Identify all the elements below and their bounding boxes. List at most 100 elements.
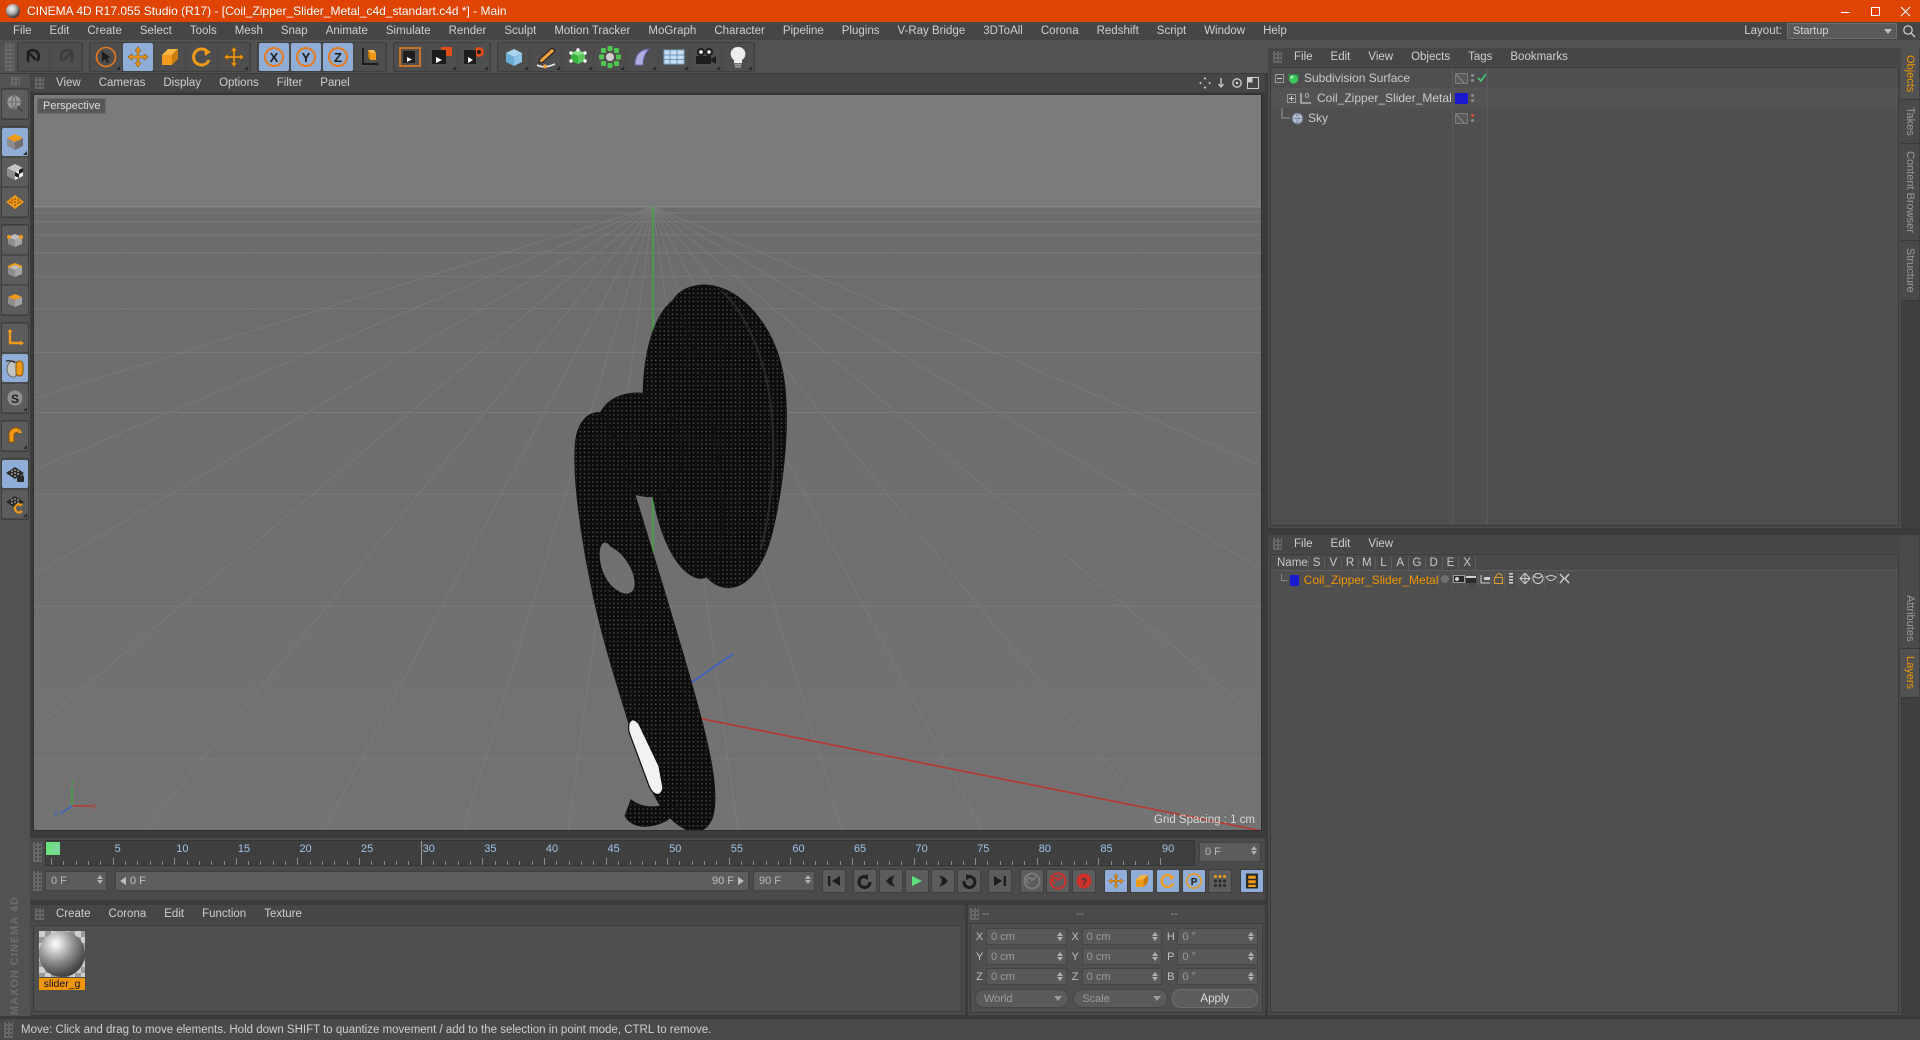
layer-column-s[interactable]: S xyxy=(1307,556,1325,569)
previous-frame-button[interactable] xyxy=(879,869,903,893)
spinner-icon[interactable] xyxy=(1248,952,1255,961)
timeline-playhead[interactable] xyxy=(420,840,422,865)
menu-mesh[interactable]: Mesh xyxy=(226,22,272,40)
menu-redshift[interactable]: Redshift xyxy=(1088,22,1148,40)
menu-mograph[interactable]: MoGraph xyxy=(639,22,705,40)
points-mode-button[interactable] xyxy=(2,226,28,254)
layer-animation-icon[interactable] xyxy=(1504,573,1517,587)
menu-snap[interactable]: Snap xyxy=(272,22,317,40)
render-view-button[interactable] xyxy=(395,42,425,71)
rotate-view-icon[interactable] xyxy=(1231,77,1243,89)
edges-mode-button[interactable] xyxy=(2,256,28,284)
object-manager-grip[interactable] xyxy=(1273,51,1282,63)
menu-edit[interactable]: Edit xyxy=(41,22,79,40)
enable-snapping-button[interactable] xyxy=(2,354,28,382)
status-bar-grip[interactable] xyxy=(4,1021,13,1038)
spinner-icon[interactable] xyxy=(1152,932,1159,941)
render-settings-button[interactable] xyxy=(459,42,489,71)
preview-range-bar[interactable]: 0 F 90 F xyxy=(115,871,749,891)
range-start-field[interactable]: 0 F xyxy=(45,871,107,891)
coordinate-system-dropdown[interactable]: World xyxy=(975,989,1070,1008)
left-toolbar-grip[interactable] xyxy=(10,76,20,86)
record-parameter-button[interactable]: P xyxy=(1182,869,1206,893)
visibility-toggle-icon[interactable] xyxy=(1455,112,1468,124)
go-to-start-button[interactable] xyxy=(822,869,846,893)
object-menu-view[interactable]: View xyxy=(1359,48,1402,66)
viewport-menu-cameras[interactable]: Cameras xyxy=(90,74,155,92)
position-z-field[interactable]: 0 cm xyxy=(986,968,1067,985)
layer-column-l[interactable]: L xyxy=(1374,556,1392,569)
current-frame-field[interactable]: 0 F xyxy=(1199,842,1261,862)
visibility-toggle-icon[interactable] xyxy=(1455,72,1468,84)
object-tree-empty-area[interactable] xyxy=(1488,68,1898,525)
object-row-sky[interactable]: Sky xyxy=(1271,108,1452,128)
material-menu-grip[interactable] xyxy=(35,908,44,920)
lock-workplane-button[interactable] xyxy=(2,460,28,488)
material-item[interactable]: slider_g xyxy=(39,931,85,990)
spinner-icon[interactable] xyxy=(1056,972,1063,981)
undo-button[interactable] xyxy=(19,42,49,71)
workplane-rotate-button[interactable] xyxy=(2,490,28,518)
maximize-button[interactable] xyxy=(1860,0,1890,22)
spinner-icon[interactable] xyxy=(1056,932,1063,941)
spinner-icon[interactable] xyxy=(1056,952,1063,961)
add-generator-button[interactable] xyxy=(563,42,593,71)
layer-solo-icon[interactable] xyxy=(1438,573,1451,587)
next-frame-button[interactable] xyxy=(931,869,955,893)
loop-button[interactable] xyxy=(957,869,981,893)
menu-animate[interactable]: Animate xyxy=(317,22,377,40)
selection-mode-button[interactable] xyxy=(2,90,28,118)
range-left-arrow-icon[interactable] xyxy=(120,877,127,885)
zoom-view-icon[interactable] xyxy=(1215,77,1227,89)
object-menu-bookmarks[interactable]: Bookmarks xyxy=(1501,48,1577,66)
layer-list[interactable]: Name S V R M L A G D E X Coil_Zipper_Sli… xyxy=(1270,554,1899,1013)
menu-character[interactable]: Character xyxy=(705,22,774,40)
timeline-controls-grip[interactable] xyxy=(33,871,42,891)
world-coordinates-button[interactable] xyxy=(355,42,385,71)
play-backwards-button[interactable] xyxy=(853,869,877,893)
scale-tool-button[interactable] xyxy=(155,42,185,71)
layer-column-v[interactable]: V xyxy=(1324,556,1341,569)
menu-pipeline[interactable]: Pipeline xyxy=(774,22,833,40)
add-cube-button[interactable] xyxy=(499,42,529,71)
add-camera-button[interactable] xyxy=(691,42,721,71)
spinner-icon[interactable] xyxy=(1152,972,1159,981)
object-menu-tags[interactable]: Tags xyxy=(1459,48,1501,66)
pan-view-icon[interactable] xyxy=(1199,77,1211,89)
add-nurbs-button[interactable] xyxy=(627,42,657,71)
layer-manager-grip[interactable] xyxy=(1273,538,1282,550)
layer-manager-icon[interactable] xyxy=(1477,573,1491,587)
menu-file[interactable]: File xyxy=(4,22,41,40)
range-max-field[interactable]: 90 F xyxy=(753,871,815,891)
menu-help[interactable]: Help xyxy=(1254,22,1296,40)
add-light-button[interactable] xyxy=(723,42,753,71)
menu-corona[interactable]: Corona xyxy=(1032,22,1088,40)
menu-simulate[interactable]: Simulate xyxy=(377,22,440,40)
layer-column-g[interactable]: G xyxy=(1408,556,1425,569)
layer-column-m[interactable]: M xyxy=(1357,556,1375,569)
spinner-icon[interactable] xyxy=(1152,952,1159,961)
menu-plugins[interactable]: Plugins xyxy=(833,22,889,40)
open-timeline-button[interactable] xyxy=(1240,869,1264,893)
tab-structure[interactable]: Structure xyxy=(1901,240,1919,301)
polygons-mode-button[interactable] xyxy=(2,286,28,314)
material-list[interactable]: slider_g xyxy=(33,925,962,1012)
position-x-field[interactable]: 0 cm xyxy=(986,928,1067,945)
smoothing-button[interactable]: S xyxy=(2,384,28,412)
move-tool-button[interactable] xyxy=(123,42,153,71)
timeline-grip[interactable] xyxy=(33,842,42,862)
size-y-field[interactable]: 0 cm xyxy=(1081,948,1163,965)
spinner-icon[interactable] xyxy=(1248,972,1255,981)
layer-lock-icon[interactable] xyxy=(1491,573,1504,587)
layer-menu-view[interactable]: View xyxy=(1359,535,1402,553)
viewport-canvas[interactable]: Perspective Grid Spacing : 1 cm Y X Z xyxy=(33,94,1262,831)
object-tags-sky[interactable] xyxy=(1453,108,1487,128)
viewport-menu-options[interactable]: Options xyxy=(210,74,268,92)
rotate-tool-button[interactable] xyxy=(187,42,217,71)
layer-column-e[interactable]: E xyxy=(1441,556,1459,569)
minimize-button[interactable] xyxy=(1830,0,1860,22)
rotation-b-field[interactable]: 0 ° xyxy=(1177,968,1259,985)
viewport-menu-display[interactable]: Display xyxy=(154,74,210,92)
toolbar-grip[interactable] xyxy=(5,42,14,71)
coordinate-mode-dropdown[interactable]: Scale xyxy=(1073,989,1168,1008)
